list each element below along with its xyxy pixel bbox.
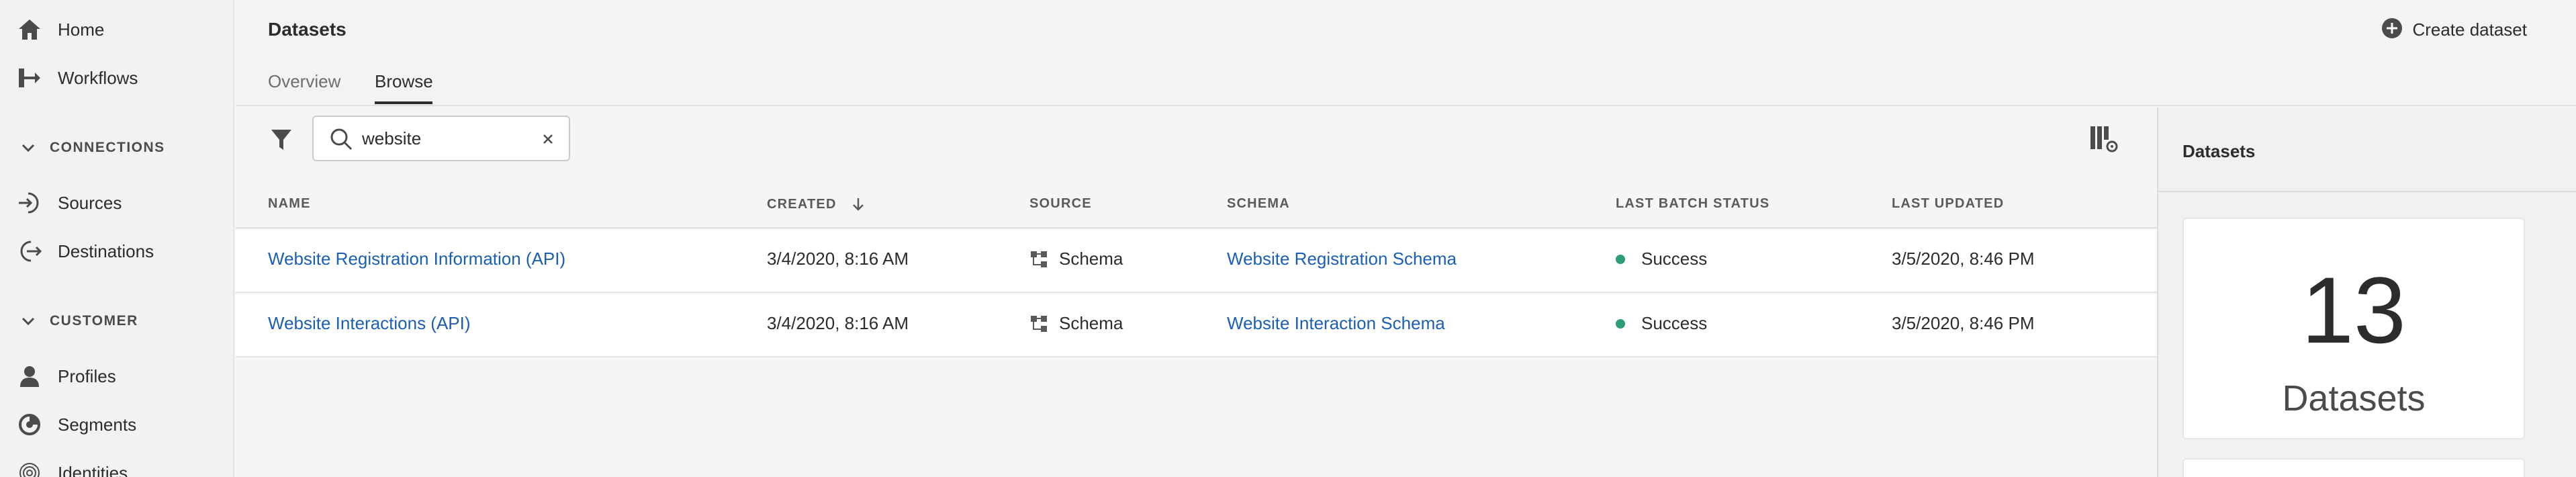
schema-link[interactable]: Website Interaction Schema bbox=[1227, 313, 1445, 334]
column-header-label: CREATED bbox=[767, 196, 837, 212]
tab-browse[interactable]: Browse bbox=[375, 71, 433, 92]
dataset-count-card: 13 Datasets bbox=[2182, 218, 2525, 439]
column-header-schema[interactable]: SCHEMA bbox=[1227, 196, 1290, 212]
search-input[interactable] bbox=[362, 124, 530, 153]
source-cell: Schema bbox=[1029, 249, 1123, 269]
updated-cell: 3/5/2020, 8:46 PM bbox=[1892, 313, 2035, 333]
table-header: NAME CREATED SOURCE SCHEMA LAST BATCH ST… bbox=[236, 188, 2157, 228]
sidebar-item-label: Identities bbox=[58, 462, 128, 477]
schema-icon bbox=[1029, 314, 1048, 333]
column-header-last-updated[interactable]: LAST UPDATED bbox=[1892, 196, 2004, 212]
sidebar-item-workflows[interactable]: Workflows bbox=[0, 58, 234, 98]
clear-icon[interactable] bbox=[537, 128, 559, 150]
column-header-created[interactable]: CREATED bbox=[767, 196, 866, 212]
home-icon bbox=[16, 16, 43, 43]
sidebar-item-destinations[interactable]: Destinations bbox=[0, 231, 234, 271]
profile-icon bbox=[16, 363, 43, 390]
sidebar-item-sources[interactable]: Sources bbox=[0, 183, 234, 223]
dataset-count: 13 bbox=[2301, 257, 2406, 363]
updated-cell: 3/5/2020, 8:46 PM bbox=[1892, 249, 2035, 269]
sidebar-item-label: Destinations bbox=[58, 241, 154, 261]
section-label: CONNECTIONS bbox=[50, 140, 165, 155]
status-dot bbox=[1616, 254, 1625, 264]
table-row[interactable]: Website Interactions (API) 3/4/2020, 8:1… bbox=[236, 294, 2157, 357]
chevron-down-icon bbox=[16, 136, 40, 160]
sidebar: Home Workflows CONNECTIONS Sources Desti… bbox=[0, 0, 234, 477]
source-cell: Schema bbox=[1029, 313, 1123, 334]
dataset-name-link[interactable]: Website Registration Information (API) bbox=[268, 249, 565, 269]
page-header: Datasets Create dataset Overview Browse bbox=[236, 0, 2576, 106]
datasets-summary-panel: Datasets 13 Datasets bbox=[2157, 107, 2576, 477]
column-header-source[interactable]: SOURCE bbox=[1029, 196, 1092, 212]
status-cell: Success bbox=[1616, 249, 1707, 269]
page-title: Datasets bbox=[268, 19, 347, 40]
status-cell: Success bbox=[1616, 313, 1707, 334]
sidebar-item-label: Home bbox=[58, 19, 105, 40]
sidebar-item-label: Sources bbox=[58, 192, 122, 213]
fingerprint-icon bbox=[16, 460, 43, 477]
column-settings-icon[interactable] bbox=[2089, 125, 2120, 155]
dataset-name-link[interactable]: Website Interactions (API) bbox=[268, 313, 471, 334]
segments-icon bbox=[16, 411, 43, 438]
sidebar-section-connections[interactable]: CONNECTIONS bbox=[16, 134, 165, 161]
sources-icon bbox=[16, 189, 43, 216]
source-label: Schema bbox=[1059, 313, 1123, 333]
created-cell: 3/4/2020, 8:16 AM bbox=[767, 249, 909, 269]
sidebar-item-home[interactable]: Home bbox=[0, 9, 234, 50]
sidebar-item-label: Profiles bbox=[58, 365, 116, 386]
sidebar-item-identities[interactable]: Identities bbox=[0, 453, 234, 477]
secondary-card bbox=[2182, 458, 2525, 477]
sidebar-item-segments[interactable]: Segments bbox=[0, 404, 234, 445]
active-tab-indicator bbox=[375, 101, 432, 104]
section-label: CUSTOMER bbox=[50, 313, 138, 329]
column-header-last-batch-status[interactable]: LAST BATCH STATUS bbox=[1616, 196, 1769, 212]
dataset-count-label: Datasets bbox=[2282, 378, 2426, 419]
status-dot bbox=[1616, 318, 1625, 329]
sort-arrow-down-icon bbox=[850, 196, 866, 212]
created-cell: 3/4/2020, 8:16 AM bbox=[767, 313, 909, 333]
create-dataset-button[interactable]: Create dataset bbox=[2381, 16, 2527, 43]
create-dataset-label: Create dataset bbox=[2412, 19, 2527, 40]
chevron-down-icon bbox=[16, 309, 40, 333]
status-label: Success bbox=[1641, 313, 1708, 333]
sidebar-item-profiles[interactable]: Profiles bbox=[0, 356, 234, 396]
status-label: Success bbox=[1641, 249, 1708, 269]
column-header-name[interactable]: NAME bbox=[268, 196, 311, 212]
destinations-icon bbox=[16, 238, 43, 265]
source-label: Schema bbox=[1059, 249, 1123, 269]
sidebar-item-label: Segments bbox=[58, 414, 137, 435]
panel-divider bbox=[2158, 191, 2576, 192]
tab-overview[interactable]: Overview bbox=[268, 71, 340, 92]
search-icon bbox=[328, 126, 354, 152]
panel-title: Datasets bbox=[2182, 141, 2256, 161]
schema-icon bbox=[1029, 250, 1048, 269]
filter-icon[interactable] bbox=[268, 126, 295, 153]
search-field[interactable] bbox=[312, 116, 570, 161]
sidebar-section-customer[interactable]: CUSTOMER bbox=[16, 308, 138, 335]
sidebar-item-label: Workflows bbox=[58, 67, 138, 88]
add-circle-icon bbox=[2381, 17, 2403, 42]
workflows-icon bbox=[16, 64, 43, 91]
main-content: NAME CREATED SOURCE SCHEMA LAST BATCH ST… bbox=[236, 107, 2157, 477]
schema-link[interactable]: Website Registration Schema bbox=[1227, 249, 1457, 269]
table-row[interactable]: Website Registration Information (API) 3… bbox=[236, 230, 2157, 293]
